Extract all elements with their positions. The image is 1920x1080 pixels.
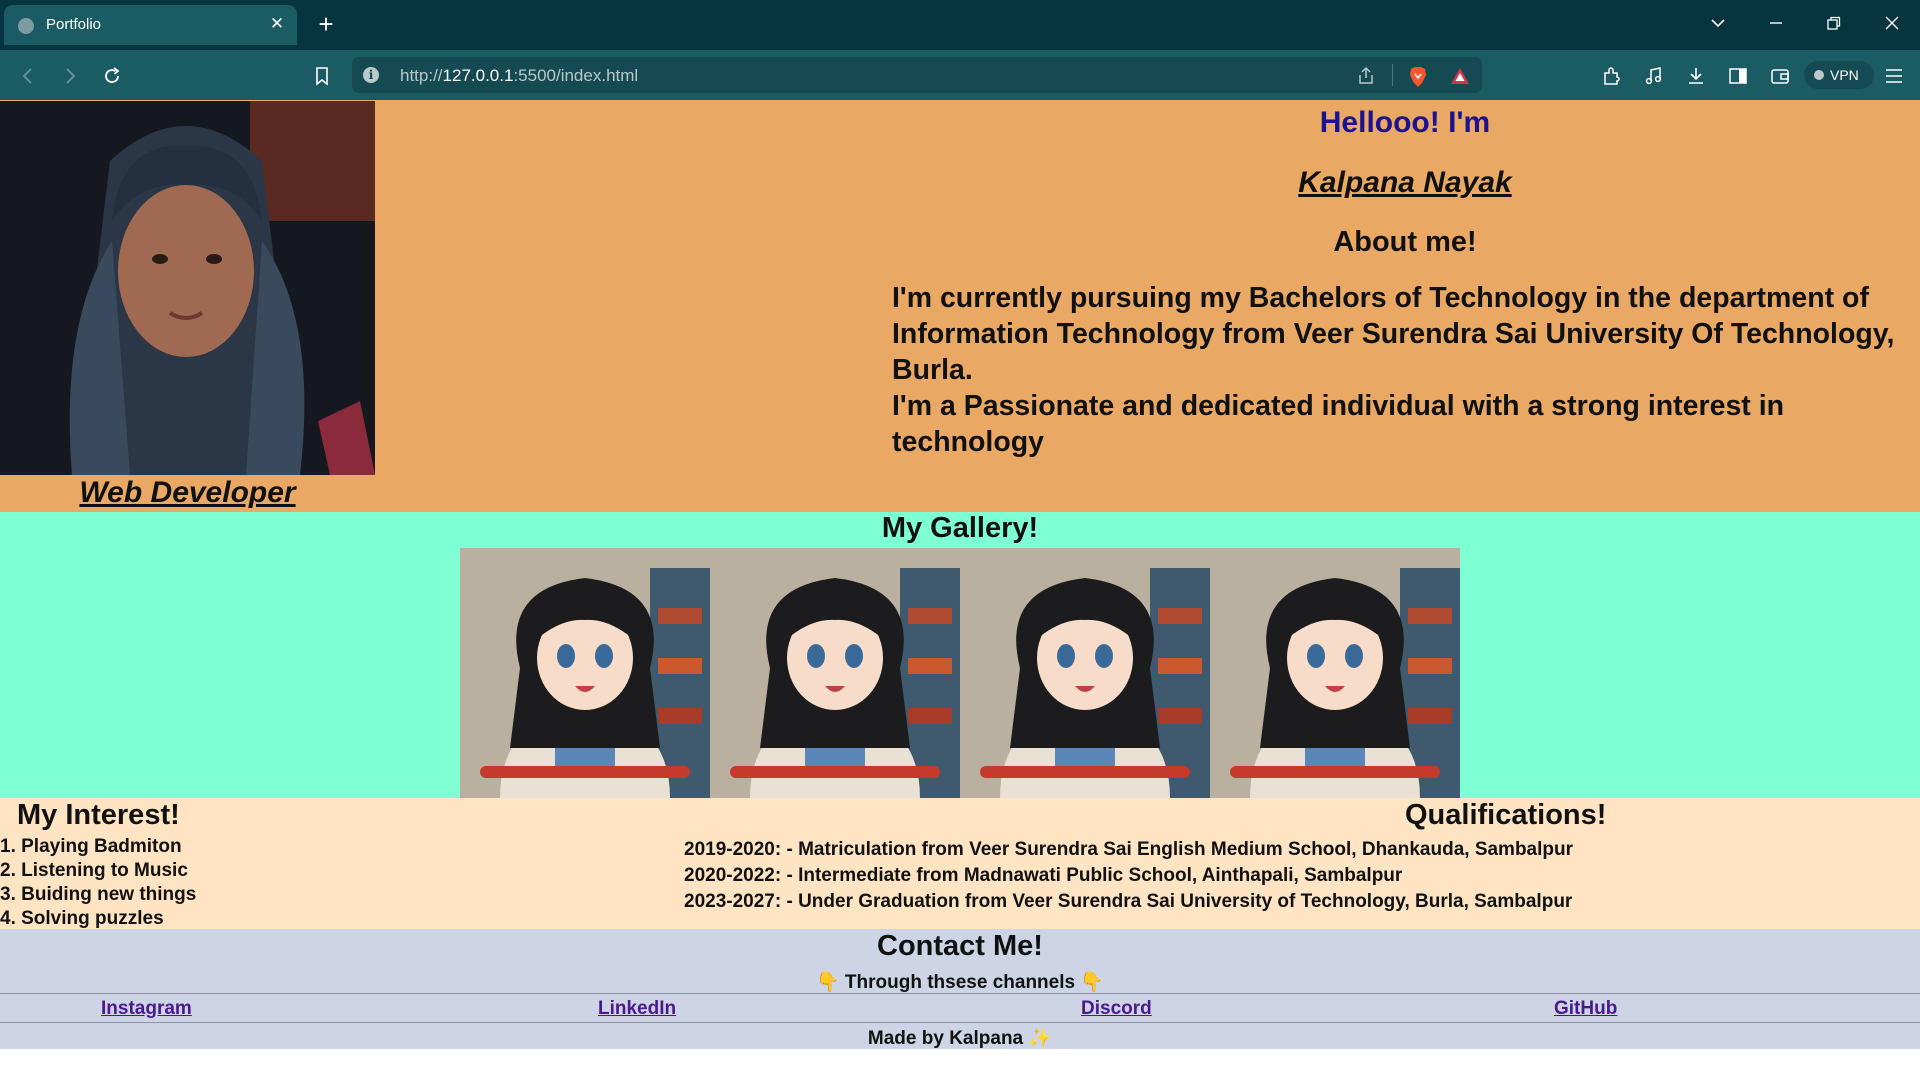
list-item: 2020-2022: - Intermediate from Madnawati… (684, 865, 1403, 886)
contact-subtitle: 👇 Through thsese channels 👇 (0, 970, 1920, 994)
interests-heading: My Interest! (17, 799, 180, 831)
web-page: Web Developer Hellooo! I'm Kalpana Nayak… (0, 100, 1920, 1080)
gallery-heading: My Gallery! (881, 512, 1039, 544)
list-item: 2023-2027: - Under Graduation from Veer … (684, 891, 1573, 912)
address-bar-divider (1392, 64, 1393, 86)
gallery-section: My Gallery! (0, 512, 1920, 798)
discord-link[interactable]: Discord (1081, 998, 1152, 1020)
list-item: 2. Listening to Music (0, 860, 188, 881)
gallery-image (960, 548, 1210, 798)
qualifications-heading: Qualifications! (1405, 799, 1607, 831)
vpn-button[interactable]: VPN (1804, 61, 1874, 89)
url-text[interactable]: http://127.0.0.1:5500/index.html (400, 66, 638, 86)
reload-icon[interactable] (98, 62, 126, 90)
forward-arrow-icon[interactable] (56, 62, 84, 90)
restore-window-icon[interactable] (1812, 6, 1856, 40)
share-icon[interactable] (1356, 66, 1376, 91)
about-text: I'm currently pursuing my Bachelors of T… (892, 280, 1912, 460)
instagram-link[interactable]: Instagram (101, 998, 192, 1020)
footer-credit-text: Made by Kalpana (867, 1028, 1024, 1049)
tab-title: Portfolio (46, 16, 102, 33)
pointing-down-icon: 👇 (815, 972, 840, 993)
browser-tab-strip: Portfolio ✕ + (0, 0, 1920, 50)
download-icon[interactable] (1682, 62, 1710, 90)
contact-section: Contact Me! 👇 Through thsese channels 👇 … (0, 929, 1920, 1049)
footer-credit: Made by Kalpana ✨ (0, 1026, 1920, 1050)
hero-section: Web Developer Hellooo! I'm Kalpana Nayak… (0, 100, 1920, 512)
role-title: Web Developer (79, 476, 296, 509)
list-item: 1. Playing Badmiton (0, 836, 182, 857)
interests-qualifications-section: My Interest! 1. Playing Badmiton 2. List… (0, 798, 1920, 929)
menu-hamburger-icon[interactable] (1880, 62, 1908, 90)
brave-shields-icon[interactable] (1408, 66, 1428, 93)
minimize-window-icon[interactable] (1754, 6, 1798, 40)
sidebar-toggle-icon[interactable] (1724, 62, 1752, 90)
vpn-label: VPN (1830, 67, 1859, 83)
sparkles-icon: ✨ (1028, 1028, 1053, 1049)
interests-list: 1. Playing Badmiton 2. Listening to Musi… (0, 835, 196, 931)
gallery-image (460, 548, 710, 798)
wallet-icon[interactable] (1766, 62, 1794, 90)
browser-toolbar: i http://127.0.0.1:5500/index.html VPN (0, 50, 1920, 100)
about-paragraph-2: I'm a Passionate and dedicated individua… (892, 390, 1785, 458)
close-window-icon[interactable] (1870, 6, 1914, 40)
qualifications-list: 2019-2020: - Matriculation from Veer Sur… (684, 837, 1573, 915)
browser-tab[interactable]: Portfolio ✕ (4, 5, 297, 45)
media-music-icon[interactable] (1640, 62, 1668, 90)
greeting-heading: Hellooo! I'm (1319, 106, 1491, 139)
gallery-image (1210, 548, 1460, 798)
vpn-status-icon (1814, 70, 1824, 80)
about-paragraph-1: I'm currently pursuing my Bachelors of T… (892, 282, 1895, 386)
site-info-icon[interactable]: i (363, 67, 379, 83)
close-tab-icon[interactable]: ✕ (266, 13, 288, 35)
contact-heading: Contact Me! (877, 930, 1043, 962)
bookmark-icon[interactable] (308, 62, 336, 90)
list-item: 3. Buiding new things (0, 884, 197, 905)
list-item: 4. Solving puzzles (0, 908, 164, 929)
about-heading: About me! (1333, 226, 1477, 258)
new-tab-button[interactable]: + (312, 11, 340, 38)
list-item: 2019-2020: - Matriculation from Veer Sur… (684, 839, 1574, 860)
contact-subtitle-text: Through thsese channels (844, 972, 1076, 993)
pointing-down-icon: 👇 (1080, 972, 1105, 993)
github-link[interactable]: GitHub (1554, 998, 1617, 1020)
extensions-icon[interactable] (1598, 62, 1626, 90)
address-bar[interactable]: i http://127.0.0.1:5500/index.html (352, 57, 1482, 93)
back-arrow-icon[interactable] (14, 62, 42, 90)
gallery-image (710, 548, 960, 798)
tab-search-chevron-icon[interactable] (1696, 6, 1740, 40)
brave-rewards-icon[interactable] (1450, 66, 1470, 91)
profile-photo (0, 101, 375, 475)
contact-links-row: Instagram LinkedIn Discord GitHub (0, 993, 1920, 1023)
linkedin-link[interactable]: LinkedIn (598, 998, 676, 1020)
name-heading: Kalpana Nayak (1298, 166, 1512, 199)
globe-icon (18, 18, 34, 34)
